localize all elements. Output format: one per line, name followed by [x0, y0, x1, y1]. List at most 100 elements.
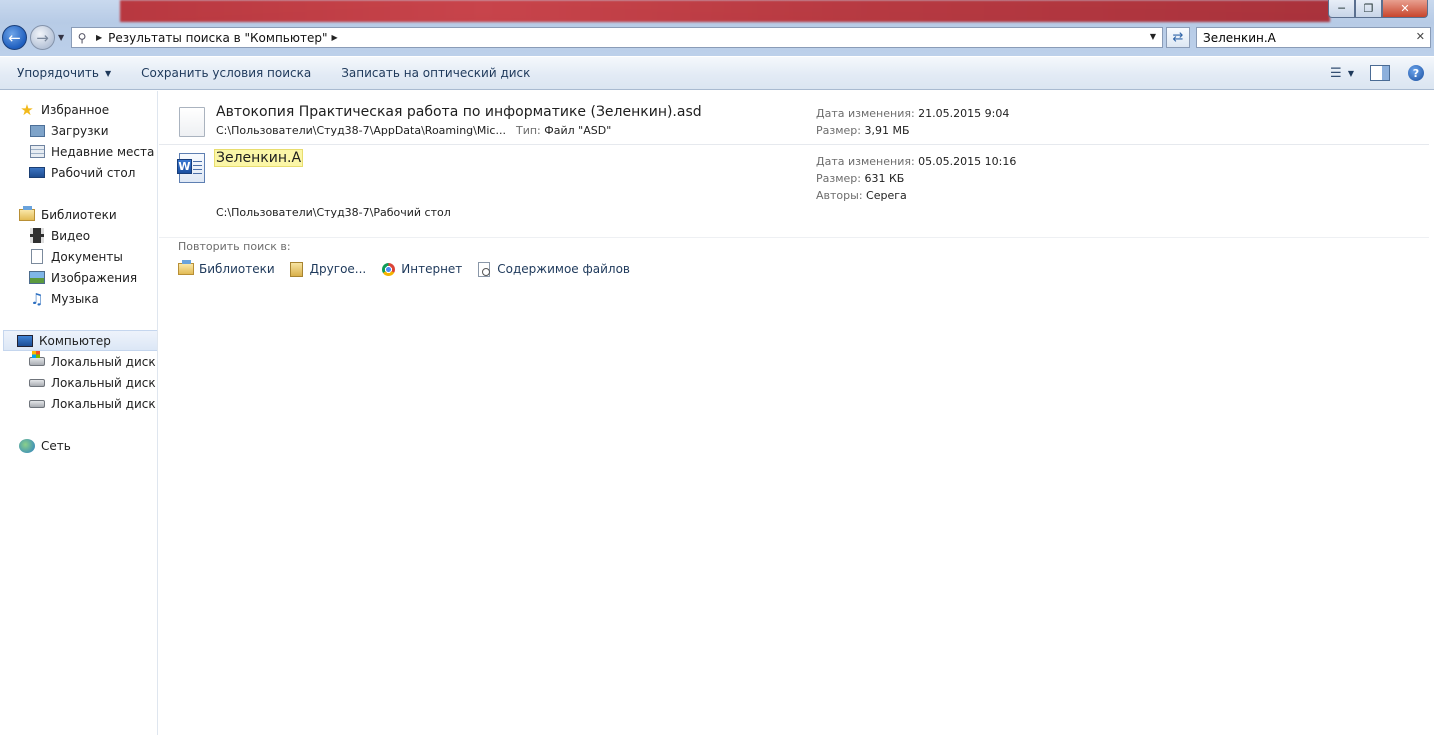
preview-pane-button[interactable]	[1370, 65, 1390, 81]
nav-item-recent-places[interactable]: Недавние места	[29, 141, 154, 162]
type-value: Файл "ASD"	[544, 124, 612, 137]
result-date: Дата изменения: 21.05.2015 9:04	[816, 107, 1009, 120]
search-box[interactable]: ✕	[1196, 27, 1431, 48]
nav-item-desktop[interactable]: Рабочий стол	[29, 162, 135, 183]
nav-network[interactable]: Сеть	[19, 435, 71, 456]
nav-item-video[interactable]: Видео	[29, 225, 90, 246]
downloads-icon	[29, 123, 45, 139]
nav-item-label: Рабочий стол	[51, 165, 136, 180]
result-file-name-highlighted[interactable]: Зеленкин.А	[214, 149, 304, 167]
result-date: Дата изменения: 05.05.2015 10:16	[816, 155, 1016, 168]
result-file-path: C:\Пользователи\Студ38-7\AppData\Roaming…	[216, 124, 506, 137]
help-button[interactable]: ?	[1408, 65, 1424, 81]
close-button[interactable]: ✕	[1382, 0, 1428, 18]
nav-item-downloads[interactable]: Загрузки	[29, 120, 109, 141]
organize-button[interactable]: Упорядочить ▼	[0, 57, 126, 89]
date-label: Дата изменения:	[816, 107, 915, 120]
nav-item-label: Недавние места	[51, 144, 155, 159]
save-search-button[interactable]: Сохранить условия поиска	[126, 57, 326, 89]
search-result-item[interactable]: W Зеленкин.А C:\Пользователи\Студ38-7\Ра…	[159, 145, 1429, 237]
search-again-file-contents[interactable]: Содержимое файлов	[476, 261, 630, 277]
nav-computer[interactable]: Компьютер	[3, 330, 157, 351]
back-button[interactable]: ←	[2, 25, 27, 50]
burn-disc-label: Записать на оптический диск	[341, 66, 531, 80]
breadcrumb-search-results[interactable]: Результаты поиска в "Компьютер"	[108, 31, 327, 45]
search-again-other[interactable]: Другое...	[289, 261, 366, 277]
result-type: Тип: Файл "ASD"	[516, 124, 611, 137]
date-label: Дата изменения:	[816, 155, 915, 168]
address-bar[interactable]: ⚲ ▶ Результаты поиска в "Компьютер" ▶ ▼	[71, 27, 1163, 48]
search-again-libraries[interactable]: Библиотеки	[178, 260, 275, 277]
help-icon: ?	[1412, 66, 1420, 80]
search-results-pane: Автокопия Практическая работа по информа…	[159, 91, 1434, 735]
blank-file-icon	[179, 107, 205, 137]
search-result-item[interactable]: Автокопия Практическая работа по информа…	[159, 97, 1429, 145]
organize-label: Упорядочить	[17, 66, 99, 80]
search-input[interactable]	[1203, 30, 1403, 45]
star-icon: ★	[20, 100, 34, 119]
nav-item-label: Изображения	[51, 270, 138, 285]
result-divider	[159, 237, 1429, 238]
music-icon: ♫	[30, 289, 44, 308]
window-titlebar: ─ ❐ ✕ ← → ▼ ⚲ ▶ Результаты поиска в "Ком…	[0, 0, 1434, 56]
nav-libraries-label: Библиотеки	[41, 207, 117, 222]
disk-icon	[29, 396, 45, 412]
libraries-icon	[19, 205, 35, 223]
nav-item-disk-c[interactable]: Локальный диск (C:)	[29, 351, 157, 372]
nav-computer-label: Компьютер	[39, 333, 111, 348]
breadcrumb-separator-icon[interactable]: ▶	[96, 33, 102, 42]
change-view-button[interactable]: ☰	[1324, 62, 1348, 84]
result-file-name[interactable]: Автокопия Практическая работа по информа…	[216, 104, 702, 120]
nav-favorites-label: Избранное	[41, 102, 110, 117]
breadcrumb-separator-icon[interactable]: ▶	[331, 33, 337, 42]
size-label: Размер:	[816, 124, 861, 137]
computer-icon	[17, 333, 33, 349]
arrow-left-icon: ←	[8, 28, 21, 47]
size-value: 631 КБ	[864, 172, 905, 185]
refresh-icon: ⇄	[1172, 30, 1184, 45]
minimize-button[interactable]: ─	[1328, 0, 1355, 18]
recent-pages-dropdown[interactable]: ▼	[58, 33, 64, 42]
nav-item-label: Локальный диск (F:)	[51, 396, 157, 411]
burn-disc-button[interactable]: Записать на оптический диск	[326, 57, 545, 89]
result-size: Размер: 3,91 МБ	[816, 124, 910, 137]
clear-search-icon[interactable]: ✕	[1416, 30, 1425, 43]
search-again-label: Повторить поиск в:	[178, 240, 291, 253]
desktop-icon	[29, 165, 45, 181]
nav-item-label: Локальный диск (D:)	[51, 375, 157, 390]
search-again-internet[interactable]: Интернет	[380, 261, 462, 277]
chevron-down-icon: ▼	[58, 33, 65, 42]
file-contents-icon	[476, 261, 492, 277]
blurred-background-titlebar	[120, 0, 1330, 22]
search-again-item-label: Интернет	[401, 262, 463, 276]
result-file-path: C:\Пользователи\Студ38-7\Рабочий стол	[216, 206, 451, 219]
type-label: Тип:	[516, 124, 541, 137]
command-bar: Упорядочить ▼ Сохранить условия поиска З…	[0, 56, 1434, 90]
system-disk-icon	[29, 351, 45, 370]
view-options-dropdown[interactable]: ▼	[1348, 69, 1354, 78]
result-size: Размер: 631 КБ	[816, 172, 904, 185]
date-value: 05.05.2015 10:16	[918, 155, 1017, 168]
nav-item-label: Загрузки	[51, 123, 109, 138]
word-document-icon: W	[177, 153, 205, 183]
nav-item-disk-d[interactable]: Локальный диск (D:)	[29, 372, 157, 393]
search-again-item-label: Содержимое файлов	[497, 262, 630, 276]
pictures-icon	[29, 270, 45, 286]
authors-value: Серега	[866, 189, 907, 202]
maximize-button[interactable]: ❐	[1355, 0, 1382, 18]
address-history-dropdown[interactable]: ▼	[1150, 32, 1156, 41]
save-search-label: Сохранить условия поиска	[141, 66, 312, 80]
arrow-right-icon: →	[36, 28, 49, 47]
nav-item-music[interactable]: ♫ Музыка	[29, 288, 99, 309]
video-icon	[29, 228, 45, 244]
refresh-button[interactable]: ⇄	[1166, 27, 1190, 48]
nav-item-documents[interactable]: Документы	[29, 246, 123, 267]
nav-item-label: Музыка	[51, 291, 99, 306]
nav-item-pictures[interactable]: Изображения	[29, 267, 137, 288]
nav-item-disk-f[interactable]: Локальный диск (F:)	[29, 393, 157, 414]
nav-libraries[interactable]: Библиотеки	[19, 204, 117, 225]
custom-folder-icon	[289, 261, 305, 277]
nav-favorites[interactable]: ★ Избранное	[19, 99, 109, 120]
chevron-down-icon: ▼	[104, 68, 112, 78]
forward-button[interactable]: →	[30, 25, 55, 50]
